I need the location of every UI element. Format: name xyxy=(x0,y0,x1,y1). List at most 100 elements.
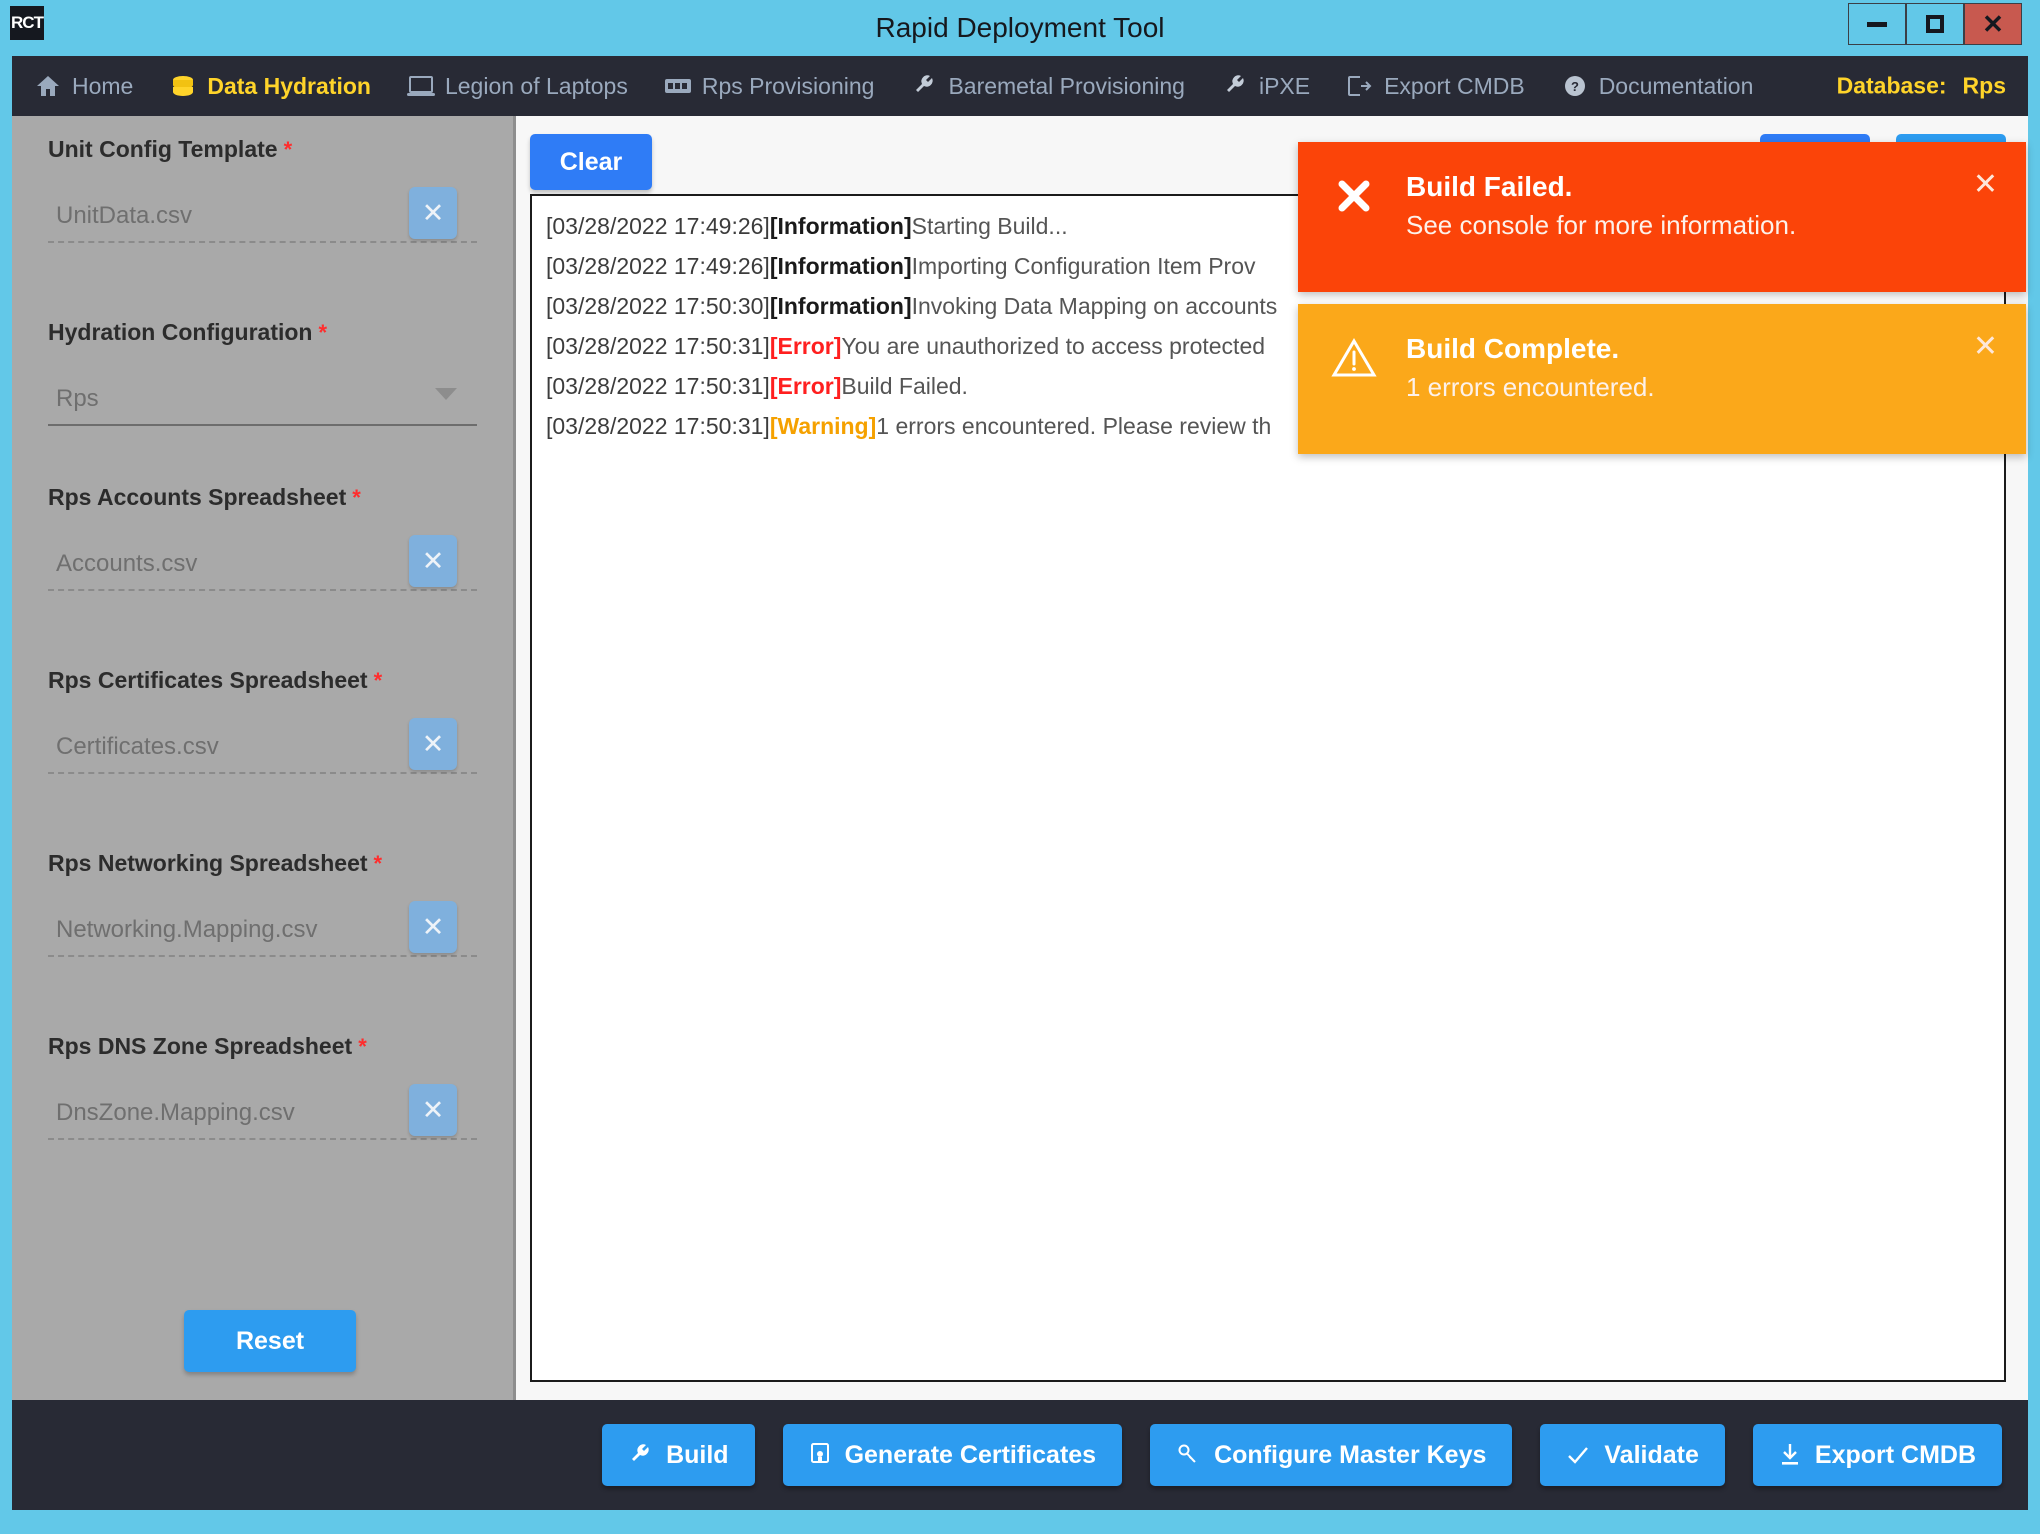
nav-item-legion-of-laptops[interactable]: Legion of Laptops xyxy=(406,73,628,100)
field-row: ✕ xyxy=(48,535,477,609)
field-label-text: Rps Accounts Spreadsheet xyxy=(48,484,347,510)
nav-item-documentation[interactable]: ? Documentation xyxy=(1561,72,1754,100)
database-label: Database: xyxy=(1836,72,1947,99)
action-label: Export CMDB xyxy=(1814,1440,1976,1469)
log-level: [Warning] xyxy=(769,413,877,439)
clear-icon[interactable]: ✕ xyxy=(409,187,457,239)
action-label: Validate xyxy=(1604,1440,1699,1469)
generate-certificates-button[interactable]: Generate Certificates xyxy=(782,1424,1123,1486)
close-icon: ✕ xyxy=(1982,9,2004,39)
nav-item-export-cmdb[interactable]: Export CMDB xyxy=(1346,73,1525,100)
field-row: ✕ xyxy=(48,187,477,261)
clear-icon[interactable]: ✕ xyxy=(409,535,457,587)
log-timestamp: [03/28/2022 17:50:30] xyxy=(546,293,770,319)
reset-button[interactable]: Reset xyxy=(184,1310,356,1372)
log-timestamp: [03/28/2022 17:50:31] xyxy=(546,333,770,359)
minimize-button[interactable] xyxy=(1848,3,1906,45)
field-label: Hydration Configuration * xyxy=(48,319,477,346)
clear-button[interactable]: Clear xyxy=(530,134,652,190)
field-label-text: Rps DNS Zone Spreadsheet xyxy=(48,1033,353,1059)
log-timestamp: [03/28/2022 17:49:26] xyxy=(546,253,770,279)
clear-icon[interactable]: ✕ xyxy=(409,1084,457,1136)
toast-title: Build Complete. xyxy=(1406,333,1620,364)
build-button[interactable]: Build xyxy=(602,1424,755,1486)
toast-build-complete[interactable]: Build Complete. 1 errors encountered. ✕ xyxy=(1298,304,2026,454)
nav-label: Documentation xyxy=(1598,72,1754,99)
key-icon xyxy=(1176,1443,1200,1467)
help-circle-icon: ? xyxy=(1561,73,1589,99)
export-cmdb-button[interactable]: Export CMDB xyxy=(1752,1424,2002,1486)
field-label-text: Hydration Configuration xyxy=(48,319,313,345)
field-label: Rps Certificates Spreadsheet * xyxy=(48,667,477,694)
field-rps-certificates-spreadsheet: Rps Certificates Spreadsheet* ✕ xyxy=(12,667,513,792)
action-bar: Build Generate Certificates Configure Ma… xyxy=(12,1400,2028,1510)
log-level: [Information] xyxy=(769,213,912,239)
field-label-text: Rps Certificates Spreadsheet xyxy=(48,667,368,693)
nav-item-rps-provisioning[interactable]: Rps Provisioning xyxy=(664,72,875,100)
toast-message: 1 errors encountered. xyxy=(1406,372,1655,402)
clear-icon[interactable]: ✕ xyxy=(409,718,457,770)
field-row: ✕ xyxy=(48,1084,477,1158)
field-label-text: Unit Config Template xyxy=(48,136,278,162)
toast-body: Build Failed. See console for more infor… xyxy=(1406,168,1796,244)
action-label: Build xyxy=(666,1440,729,1469)
log-timestamp: [03/28/2022 17:50:31] xyxy=(546,373,770,399)
hydration-configuration-select[interactable] xyxy=(48,380,477,426)
database-indicator: Database: Rps xyxy=(1837,73,2006,100)
nav-label: Home xyxy=(72,72,134,99)
wrench-icon xyxy=(910,73,938,99)
log-level: [Error] xyxy=(769,373,842,399)
nav-label: Data Hydration xyxy=(207,72,371,99)
action-label: Generate Certificates xyxy=(844,1440,1097,1469)
home-icon xyxy=(34,73,62,99)
chevron-down-icon[interactable] xyxy=(435,388,457,400)
server-rack-icon xyxy=(664,73,692,99)
nav-item-home[interactable]: Home xyxy=(34,73,133,100)
toast-body: Build Complete. 1 errors encountered. xyxy=(1406,330,1655,406)
x-mark-icon xyxy=(1328,170,1380,222)
svg-text:?: ? xyxy=(1571,79,1579,94)
wrench-icon xyxy=(1221,73,1249,99)
wrench-icon xyxy=(628,1443,652,1467)
clear-icon[interactable]: ✕ xyxy=(409,901,457,953)
action-label: Configure Master Keys xyxy=(1214,1440,1487,1469)
validate-button[interactable]: Validate xyxy=(1540,1424,1725,1486)
required-marker: * xyxy=(352,485,361,510)
close-button[interactable]: ✕ xyxy=(1964,3,2022,45)
log-message: 1 errors encountered. Please review th xyxy=(876,413,1272,439)
configure-master-keys-button[interactable]: Configure Master Keys xyxy=(1150,1424,1513,1486)
nav-label: Rps Provisioning xyxy=(701,72,875,99)
check-icon xyxy=(1566,1444,1590,1466)
navigation-bar: Home Data Hydration Legion of Laptops Rp… xyxy=(12,56,2028,116)
toast-stack: Build Failed. See console for more infor… xyxy=(1298,142,2026,454)
log-message: You are unauthorized to access protected xyxy=(841,333,1266,359)
log-timestamp: [03/28/2022 17:49:26] xyxy=(546,213,770,239)
required-marker: * xyxy=(358,1034,367,1059)
laptop-icon xyxy=(406,73,435,99)
field-unit-config-template: Unit Config Template* ✕ xyxy=(12,136,513,261)
title-bar: RCT Rapid Deployment Tool ✕ xyxy=(0,0,2040,56)
app-window: RCT Rapid Deployment Tool ✕ Home Data Hy… xyxy=(0,0,2040,1534)
warning-triangle-icon xyxy=(1328,332,1380,384)
maximize-button[interactable] xyxy=(1906,3,1964,45)
nav-label: Export CMDB xyxy=(1384,72,1525,99)
field-row xyxy=(48,380,477,444)
nav-item-baremetal-provisioning[interactable]: Baremetal Provisioning xyxy=(910,73,1185,100)
required-marker: * xyxy=(318,320,328,345)
nav-item-data-hydration[interactable]: Data Hydration xyxy=(169,73,371,100)
window-title: Rapid Deployment Tool xyxy=(875,12,1165,43)
field-label: Rps Accounts Spreadsheet * xyxy=(48,484,477,511)
log-timestamp: [03/28/2022 17:50:31] xyxy=(546,413,770,439)
log-message: Invoking Data Mapping on accounts xyxy=(911,293,1278,319)
field-hydration-configuration: Hydration Configuration * xyxy=(12,319,513,444)
nav-item-ipxe[interactable]: iPXE xyxy=(1221,73,1310,100)
log-message: Build Failed. xyxy=(841,373,968,399)
close-icon[interactable]: ✕ xyxy=(1973,170,1998,200)
field-label: Rps DNS Zone Spreadsheet * xyxy=(48,1033,477,1060)
toast-build-failed[interactable]: Build Failed. See console for more infor… xyxy=(1298,142,2026,292)
database-stack-icon xyxy=(169,73,197,99)
close-icon[interactable]: ✕ xyxy=(1973,332,1998,362)
